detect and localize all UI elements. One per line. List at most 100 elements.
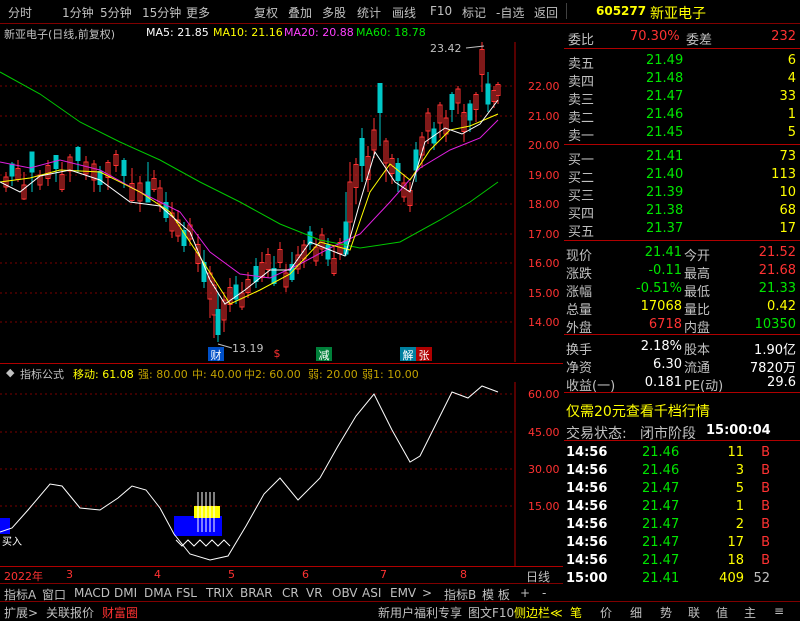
tab-1min[interactable]: 1分钟 (62, 4, 94, 21)
tick-time: 14:56 (566, 553, 608, 568)
tick-direction: B (761, 535, 770, 550)
back-button[interactable]: 返回 (534, 4, 558, 21)
tick-volume: 1 (735, 499, 744, 514)
stat-value: 21.41 (644, 245, 682, 260)
tab-fenshi[interactable]: 分时 (8, 4, 32, 21)
event-reduce-icon[interactable]: 减 (316, 347, 332, 362)
tab-5min[interactable]: 5分钟 (100, 4, 132, 21)
stat-value: 6718 (648, 317, 682, 332)
event-finance-icon[interactable]: 财 (208, 347, 224, 362)
tab-value[interactable]: 值 (716, 604, 728, 621)
stat-label: 外盘 (566, 321, 593, 336)
event-dividend-icon[interactable]: $ (270, 347, 284, 361)
ma20-label: MA20: 20.88 (284, 26, 354, 39)
ask-volume: 4 (787, 71, 796, 86)
month-label: 4 (154, 568, 161, 581)
tab-vr[interactable]: VR (306, 586, 323, 600)
tick-time: 14:56 (566, 463, 608, 478)
low-marker: 13.19 (232, 342, 264, 355)
tab-ticks[interactable]: 笔 (570, 604, 582, 621)
stat-value: 21.33 (758, 281, 796, 296)
tick-price: 21.47 (642, 535, 680, 550)
draw-line-button[interactable]: 画线 (392, 4, 416, 21)
ma60-label: MA60: 18.78 (356, 26, 426, 39)
ask-row: 卖一 21.45 5 (564, 124, 800, 144)
tab-asi[interactable]: ASI (362, 586, 381, 600)
self-select-button[interactable]: -自选 (496, 4, 524, 21)
tab-more-arrow[interactable]: > (422, 586, 432, 600)
stat-value: 21.52 (758, 245, 796, 260)
stats-button[interactable]: 统计 (357, 4, 381, 21)
tab-macd[interactable]: MACD (74, 586, 110, 600)
tab-detail[interactable]: 细 (630, 604, 642, 621)
ask-volume: 5 (787, 125, 796, 140)
indicator-mid2: 中2: 60.00 (244, 368, 301, 381)
tab-obv[interactable]: OBV (332, 586, 358, 600)
sidebar-toggle[interactable]: 侧边栏≪ (514, 604, 563, 621)
bid-volume: 17 (779, 221, 796, 236)
candle-body (485, 83, 491, 105)
tab-trend[interactable]: 势 (660, 604, 672, 621)
new-user-promo[interactable]: 新用户福利专享 (378, 604, 462, 621)
candle-body (97, 171, 103, 185)
stat-row: 换手 2.18% 股本 1.90亿 (564, 338, 800, 358)
wealth-circle-tab[interactable]: 财富圈 (102, 604, 138, 621)
tab-emv[interactable]: EMV (390, 586, 416, 600)
tick-price: 21.46 (642, 463, 680, 478)
stat-row: 总量 17068 量比 0.42 (564, 298, 800, 318)
month-label: 7 (380, 568, 387, 581)
tab-more[interactable]: 更多 (186, 4, 210, 21)
f10-graphic-button[interactable]: 图文F10 (468, 604, 514, 621)
overlay-button[interactable]: 叠加 (288, 4, 312, 21)
indicator-tick: 60.00 (528, 388, 560, 401)
event-unlock-icon[interactable]: 解 (400, 347, 416, 362)
related-quote-tab[interactable]: 关联报价 (46, 604, 94, 621)
tab-price[interactable]: 价 (600, 604, 612, 621)
tab-fsl[interactable]: FSL (176, 586, 197, 600)
tick-row: 14:56 21.46 3 B (564, 462, 800, 480)
expand-button[interactable]: 扩展> (4, 604, 38, 621)
price-tick: 14.00 (528, 316, 560, 329)
zoom-in-button[interactable]: + (520, 586, 530, 600)
fuquan-button[interactable]: 复权 (254, 4, 278, 21)
promo-row[interactable]: 仅需20元查看千档行情 (564, 400, 800, 421)
ma10-label: MA10: 21.16 (213, 26, 283, 39)
candlestick-chart[interactable]: 22.00 21.00 20.00 19.00 18.00 17.00 16.0… (0, 42, 563, 362)
tab-dma[interactable]: DMA (144, 586, 172, 600)
bid-price: 21.37 (646, 221, 684, 236)
candle-body (325, 244, 331, 260)
candle-body (75, 147, 81, 161)
tab-linked[interactable]: 联 (688, 604, 700, 621)
tick-row: 14:56 21.47 2 B (564, 516, 800, 534)
weibi-label: 委比 (568, 33, 595, 48)
tick-volume: 17 (727, 535, 744, 550)
price-tick: 16.00 (528, 257, 560, 270)
tick-volume: 11 (727, 445, 744, 460)
promo-text[interactable]: 仅需20元查看千档行情 (566, 401, 710, 421)
indicator-tabs: 指标A 窗口 MACD DMI DMA FSL TRIX BRAR CR VR … (0, 583, 563, 602)
zoom-out-button[interactable]: - (542, 586, 546, 600)
f10-button[interactable]: F10 (430, 4, 452, 18)
tab-trix[interactable]: TRIX (206, 586, 233, 600)
tab-15min[interactable]: 15分钟 (142, 4, 181, 21)
month-label: 3 (66, 568, 73, 581)
multi-stock-button[interactable]: 多股 (322, 4, 346, 21)
indicator-chart[interactable]: 60.00 45.00 30.00 15.00 买入 (0, 382, 563, 566)
tab-cr[interactable]: CR (282, 586, 299, 600)
tab-main[interactable]: 主 (744, 604, 756, 621)
tick-price: 21.41 (642, 571, 680, 586)
tick-row: 15:00 21.41 409 52 (564, 570, 800, 588)
indicator-name[interactable]: 指标公式 (20, 366, 64, 382)
stock-name: 新亚电子 (650, 6, 706, 22)
candle-body (215, 309, 221, 335)
mark-button[interactable]: 标记 (462, 4, 486, 21)
event-limit-up-icon[interactable]: 张 (416, 347, 432, 362)
menu-icon[interactable]: ≡ (774, 604, 784, 618)
tick-row: 14:56 21.46 11 B (564, 444, 800, 462)
high-marker: 23.42 (430, 42, 462, 55)
ask-price: 21.49 (646, 53, 684, 68)
tab-brar[interactable]: BRAR (240, 586, 273, 600)
tab-dmi[interactable]: DMI (114, 586, 137, 600)
candle-body (253, 266, 259, 282)
ask-price: 21.45 (646, 125, 684, 140)
